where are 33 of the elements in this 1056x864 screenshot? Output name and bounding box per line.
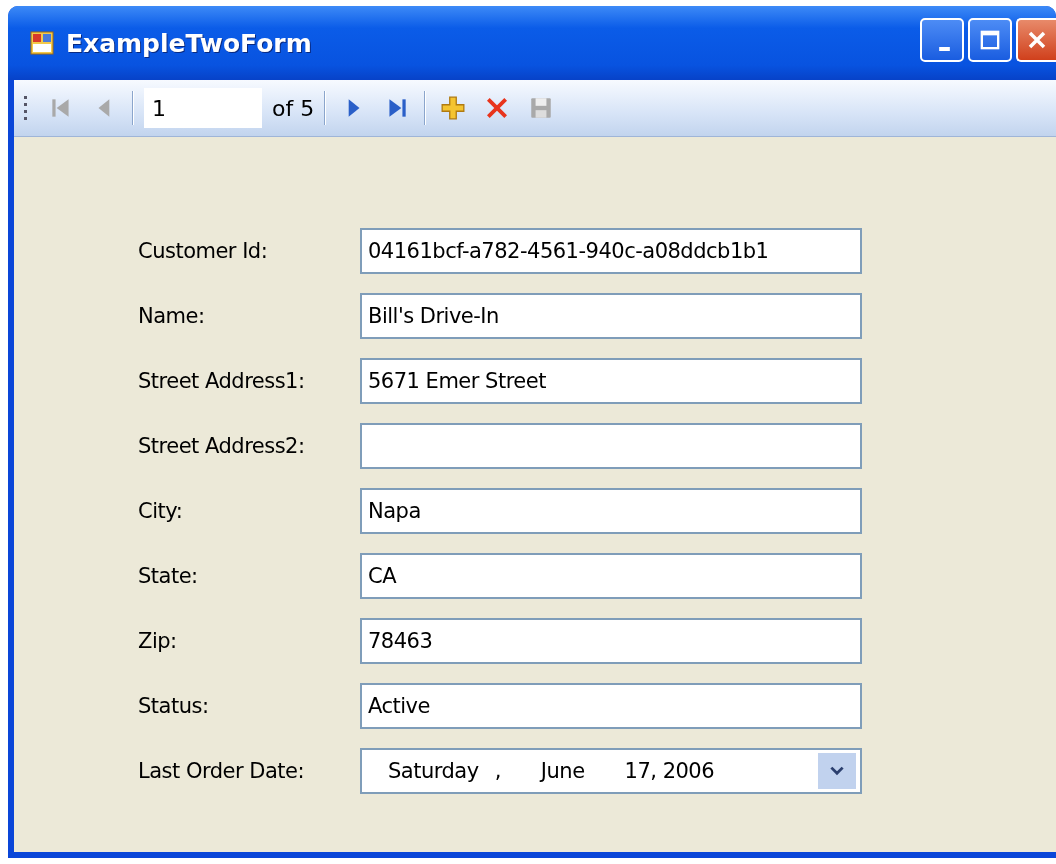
- field-label: Customer Id:: [138, 239, 269, 263]
- text-field[interactable]: Bill's Drive-In: [360, 293, 862, 339]
- minimize-icon: [939, 47, 950, 51]
- date-text: June: [540, 759, 585, 783]
- dropdown-button[interactable]: [818, 753, 856, 789]
- text-field[interactable]: [360, 423, 862, 469]
- field-label: City:: [138, 499, 184, 523]
- window-title: ExampleTwoForm: [66, 28, 313, 58]
- text-field[interactable]: 78463: [360, 618, 862, 664]
- text-field[interactable]: 04161bcf-a782-4561-940c-a08ddcb1b1: [360, 228, 862, 274]
- form-icon: [30, 31, 54, 55]
- maximize-button[interactable]: [968, 18, 1012, 62]
- date-picker[interactable]: Saturday , June 17, 2006: [360, 748, 862, 794]
- field-label: Status:: [138, 694, 210, 718]
- field-label: Zip:: [138, 629, 178, 653]
- grip-icon[interactable]: [24, 94, 28, 122]
- field-label: Street Address2:: [138, 434, 306, 458]
- close-button[interactable]: [1016, 18, 1056, 62]
- position-field[interactable]: 1: [144, 88, 262, 128]
- minimize-button[interactable]: [920, 18, 964, 62]
- plus-icon: [440, 95, 467, 121]
- field-label: Street Address1:: [138, 369, 306, 393]
- date-text: ,: [494, 759, 501, 783]
- text-field[interactable]: CA: [360, 553, 862, 599]
- field-label: Last Order Date:: [138, 759, 306, 783]
- field-label: Name:: [138, 304, 206, 328]
- record-count: of 5: [272, 95, 315, 121]
- date-text: Saturday: [388, 759, 479, 783]
- text-field[interactable]: 5671 Emer Street: [360, 358, 862, 404]
- field-label: State:: [138, 564, 199, 588]
- text-field[interactable]: Active: [360, 683, 862, 729]
- text-field[interactable]: Napa: [360, 488, 862, 534]
- date-text: 17, 2006: [624, 759, 716, 783]
